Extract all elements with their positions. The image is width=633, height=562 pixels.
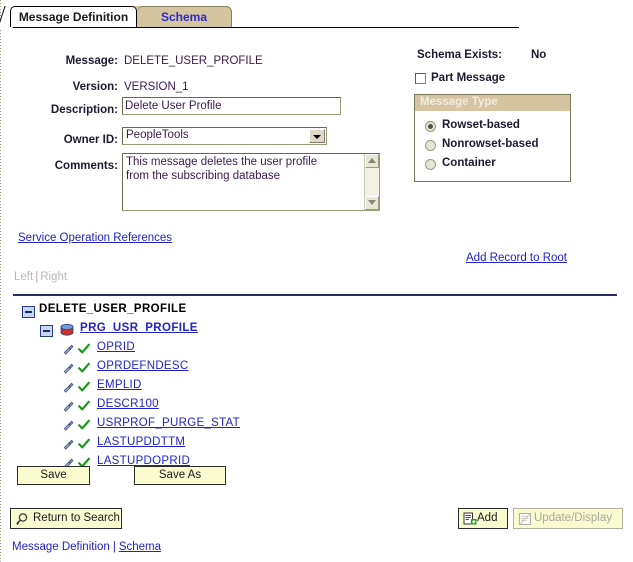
message-type-groupbox: Message Type Rowset-based Nonrowset-base… [414, 94, 571, 182]
footer-schema-link[interactable]: Schema [119, 541, 161, 553]
description-input[interactable] [122, 97, 341, 115]
footer-separator: | [112, 541, 116, 553]
field-icon [63, 382, 74, 393]
panel-toggle-left[interactable]: Left [14, 271, 33, 283]
footer-links: Message Definition | Schema [12, 541, 161, 553]
section-divider [13, 294, 617, 296]
field-icon [63, 363, 74, 374]
part-message-label: Part Message [431, 72, 506, 84]
tab-schema[interactable]: Schema [137, 6, 232, 27]
panel-toggle-right[interactable]: Right [40, 271, 67, 283]
update-display-label: Update/Display [534, 512, 612, 524]
message-label: Message: [65, 55, 118, 67]
message-type-title: Message Type [415, 95, 570, 111]
check-icon [78, 419, 90, 430]
save-button[interactable]: Save [17, 466, 90, 485]
collapse-icon[interactable] [22, 306, 35, 318]
chevron-down-icon[interactable] [309, 129, 325, 143]
radio-container-circle[interactable] [425, 159, 436, 170]
return-to-search-button[interactable]: Return to Search [10, 508, 122, 529]
tree-record-link[interactable]: PRG_USR_PROFILE [80, 322, 198, 334]
scroll-down-icon[interactable] [365, 196, 379, 210]
radio-rowset-based-circle[interactable] [425, 121, 436, 132]
tree-field-link[interactable]: OPRID [97, 341, 135, 353]
check-icon [78, 343, 90, 354]
owner-id-label: Owner ID: [63, 134, 118, 146]
tab-message-definition[interactable]: Message Definition [10, 6, 137, 27]
tree-field-link[interactable]: DESCR100 [97, 398, 159, 410]
tree-field-link[interactable]: LASTUPDDTTM [97, 436, 185, 448]
footer-current-page: Message Definition [12, 541, 110, 553]
tab-strip: Schema Message Definition [0, 3, 633, 29]
add-button[interactable]: Add [458, 508, 508, 529]
tab-strip-underline-right [232, 27, 519, 28]
description-label: Description: [50, 104, 118, 116]
panel-toggle: Left | Right [14, 271, 67, 283]
schema-exists-label: Schema Exists: [417, 49, 503, 61]
schema-exists-value: No [531, 49, 547, 61]
check-icon [78, 438, 90, 449]
add-label: Add [477, 512, 498, 524]
field-icon [63, 401, 74, 412]
service-operation-references-link[interactable]: Service Operation References [18, 232, 172, 244]
search-icon [16, 513, 28, 525]
tree-root-label: DELETE_USER_PROFILE [39, 303, 187, 315]
field-icon [63, 344, 74, 355]
check-icon [78, 400, 90, 411]
collapse-icon[interactable] [40, 325, 53, 337]
database-icon [60, 324, 74, 336]
tree-field-link[interactable]: OPRDEFNDESC [97, 360, 188, 372]
field-icon [63, 439, 74, 450]
radio-container-label: Container [442, 157, 496, 169]
comments-value: This message deletes the user profile fr… [126, 156, 318, 182]
owner-id-select[interactable]: PeopleTools [122, 127, 327, 145]
message-value: DELETE_USER_PROFILE [124, 55, 263, 67]
panel-toggle-separator: | [35, 271, 39, 283]
check-icon [78, 362, 90, 373]
save-as-button[interactable]: Save As [134, 466, 226, 485]
page-left-edge [0, 0, 1, 562]
owner-id-selected-value: PeopleTools [126, 129, 189, 141]
scroll-up-icon[interactable] [365, 154, 379, 168]
update-display-icon [519, 513, 531, 525]
add-document-icon [463, 512, 477, 525]
field-icon [63, 420, 74, 431]
radio-nonrowset-based-circle[interactable] [425, 140, 436, 151]
return-to-search-label: Return to Search [33, 512, 120, 524]
version-label: Version: [72, 81, 118, 93]
radio-nonrowset-based-label: Nonrowset-based [442, 138, 539, 150]
part-message-checkbox[interactable] [415, 73, 426, 84]
update-display-button: Update/Display [513, 508, 623, 529]
add-record-to-root-link[interactable]: Add Record to Root [466, 252, 567, 264]
comments-label: Comments: [54, 160, 118, 172]
comments-textarea[interactable]: This message deletes the user profile fr… [122, 153, 380, 211]
radio-rowset-based-label: Rowset-based [442, 119, 520, 131]
tree-field-link[interactable]: USRPROF_PURGE_STAT [97, 417, 240, 429]
comments-scrollbar[interactable] [364, 154, 379, 210]
check-icon [78, 381, 90, 392]
tree-field-link[interactable]: EMPLID [97, 379, 142, 391]
version-value: VERSION_1 [124, 81, 189, 93]
